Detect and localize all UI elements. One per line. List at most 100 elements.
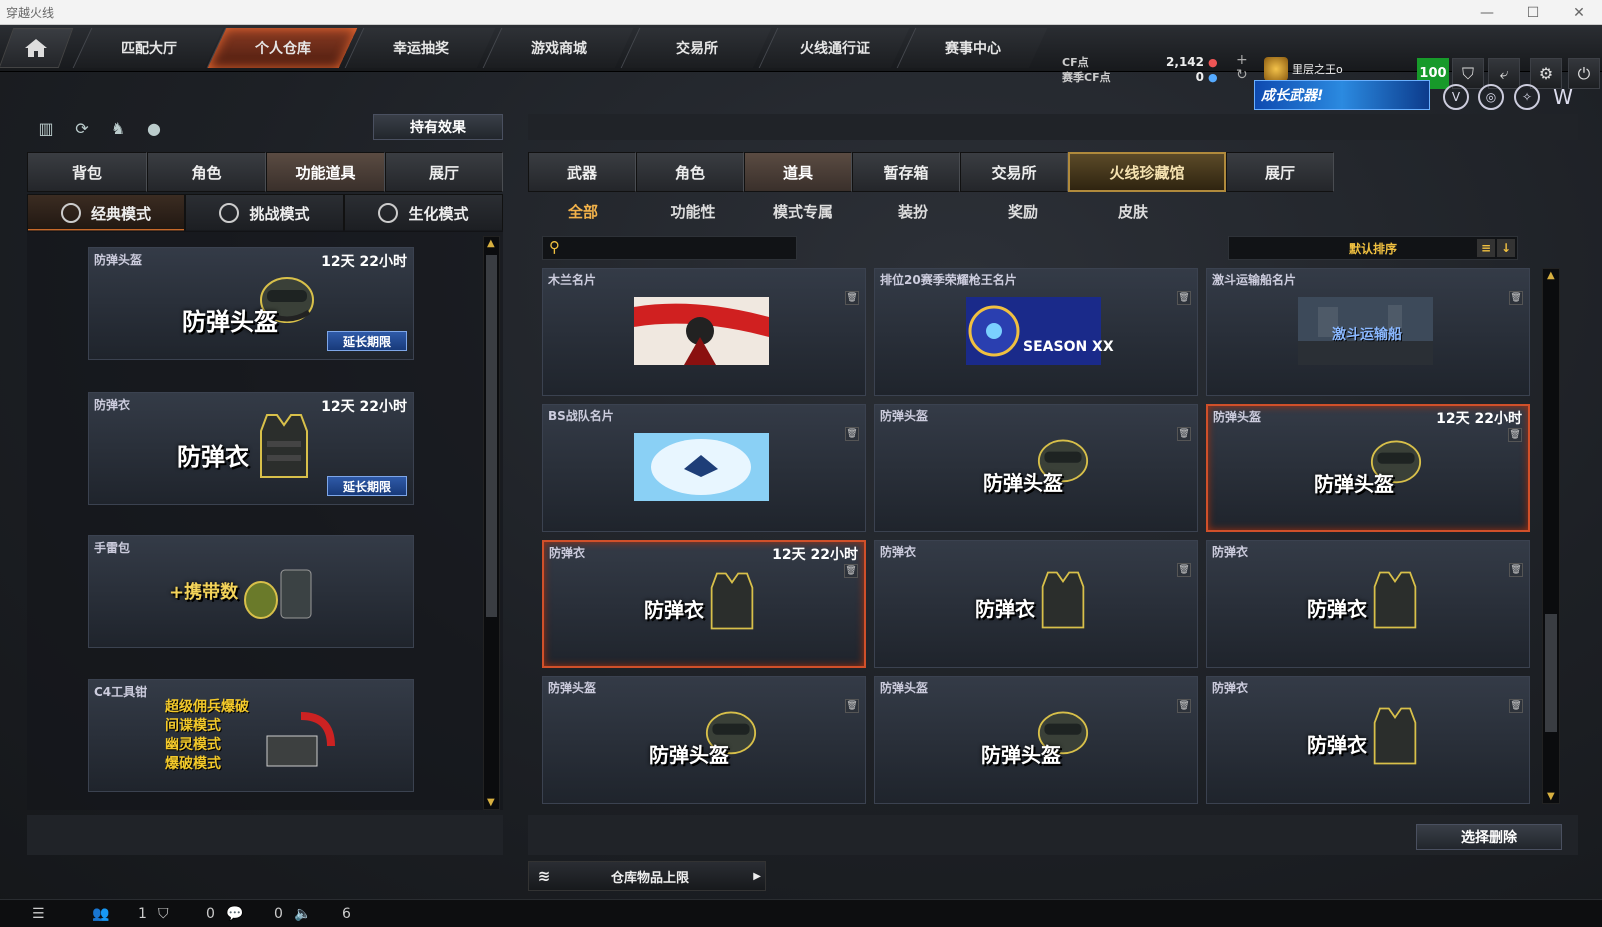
grid-item[interactable]: 防弹头盔 🗑 防弹头盔 (542, 676, 866, 804)
growth-weapon-banner[interactable]: 成长武器! (1254, 80, 1430, 110)
volume-icon[interactable]: 🔈 (294, 906, 342, 922)
right-scroll-thumb[interactable] (1545, 614, 1557, 732)
left-item-vest[interactable]: 防弹衣 12天 22小时 防弹衣 延长期限 (88, 392, 414, 505)
item-name: 手雷包 (94, 541, 131, 555)
trash-icon[interactable]: 🗑 (1509, 291, 1523, 305)
badge-v-icon[interactable]: V (1443, 84, 1469, 110)
grid-item[interactable]: 排位20赛季荣耀枪王名片 🗑 SEASON XX (874, 268, 1198, 396)
w-logo-icon[interactable]: W (1550, 84, 1576, 110)
season-cf-value: 0 (1195, 70, 1204, 84)
mode-zombie[interactable]: 生化模式 (344, 194, 503, 232)
menu-list-icon[interactable]: ☰ (32, 906, 92, 922)
nav-tab-events[interactable]: 赛事中心 (896, 28, 1048, 68)
clan-icon[interactable]: ⛉ (158, 906, 206, 922)
left-scroll-thumb[interactable] (486, 255, 497, 617)
bag-icon[interactable]: ● (142, 116, 166, 140)
trash-icon[interactable]: 🗑 (1177, 291, 1191, 305)
left-item-grenade-pack[interactable]: 手雷包 +携带数 (88, 535, 414, 648)
stats-icon[interactable]: ▥ (34, 116, 58, 140)
filter-skin[interactable]: 皮肤 (1078, 194, 1188, 228)
nav-tab-warehouse[interactable]: 个人仓库 (206, 28, 358, 68)
grid-item[interactable]: 防弹衣 12天 22小时 🗑 防弹衣 (542, 540, 866, 668)
filter-mode-exclusive[interactable]: 模式专属 (748, 194, 858, 228)
grid-item[interactable]: 防弹头盔 🗑 防弹头盔 (874, 404, 1198, 532)
item-art-text: 防弹头盔 (182, 308, 278, 336)
trash-icon[interactable]: 🗑 (844, 564, 858, 578)
tab-trade[interactable]: 交易所 (960, 152, 1068, 192)
grid-item[interactable]: BS战队名片 🗑 (542, 404, 866, 532)
player-rank[interactable]: 里层之王o (1264, 57, 1343, 81)
left-item-c4-pliers[interactable]: C4工具钳 超级佣兵爆破 间谍模式 幽灵模式 爆破模式 (88, 679, 414, 792)
trash-icon[interactable]: 🗑 (1177, 427, 1191, 441)
extend-button[interactable]: 延长期限 (327, 476, 407, 496)
right-scrollbar[interactable]: ▲ ▼ (1542, 268, 1560, 804)
refresh-icon[interactable]: ↻ (1236, 68, 1248, 83)
filter-all[interactable]: 全部 (528, 194, 638, 228)
minimize-icon[interactable]: — (1464, 0, 1510, 25)
storage-limit-bar[interactable]: ≋ 仓库物品上限 ▶ (528, 861, 766, 891)
character-icon[interactable]: ♞ (106, 116, 130, 140)
tab-temp-box[interactable]: 暂存箱 (852, 152, 960, 192)
hold-effect-button[interactable]: 持有效果 (373, 114, 503, 140)
trash-icon[interactable]: 🗑 (1177, 563, 1191, 577)
nav-tab-battlepass[interactable]: 火线通行证 (758, 28, 910, 68)
trash-icon[interactable]: 🗑 (1509, 699, 1523, 713)
clan-count: 0 (206, 905, 215, 922)
expand-arrow-icon[interactable]: ▶ (753, 871, 761, 882)
chat-icon[interactable]: 💬 (226, 906, 274, 922)
trash-icon[interactable]: 🗑 (1177, 699, 1191, 713)
close-icon[interactable]: ✕ (1556, 0, 1602, 25)
grid-item[interactable]: 防弹衣 🗑 防弹衣 (1206, 540, 1530, 668)
nav-tab-lucky-draw[interactable]: 幸运抽奖 (344, 28, 496, 68)
trash-icon[interactable]: 🗑 (1508, 428, 1522, 442)
select-delete-button[interactable]: 选择删除 (1416, 824, 1562, 850)
scroll-up-icon[interactable]: ▲ (1547, 270, 1555, 281)
nav-tab-match-hall[interactable]: 匹配大厅 (72, 28, 224, 68)
scroll-down-icon[interactable]: ▼ (487, 797, 495, 808)
left-item-helmet[interactable]: 防弹头盔 12天 22小时 防弹头盔 延长期限 (88, 247, 414, 360)
tab-props[interactable]: 道具 (744, 152, 852, 192)
trash-icon[interactable]: 🗑 (845, 291, 859, 305)
filter-functional[interactable]: 功能性 (638, 194, 748, 228)
mode-classic[interactable]: 经典模式 (27, 194, 185, 232)
nav-tab-shop[interactable]: 游戏商城 (482, 28, 634, 68)
tab-character[interactable]: 角色 (147, 152, 266, 192)
grid-item[interactable]: 防弹衣 🗑 防弹衣 (874, 540, 1198, 668)
home-button[interactable] (0, 28, 74, 68)
left-scrollbar[interactable]: ▲ ▼ (483, 236, 500, 810)
grid-item[interactable]: 防弹头盔 12天 22小时 🗑 防弹头盔 (1206, 404, 1530, 532)
grid-item[interactable]: 防弹头盔 🗑 防弹头盔 (874, 676, 1198, 804)
sort-order-icon[interactable]: ↓ (1497, 239, 1515, 257)
grid-item[interactable]: 防弹衣 🗑 防弹衣 (1206, 676, 1530, 804)
extend-button[interactable]: 延长期限 (327, 331, 407, 351)
filter-reward[interactable]: 奖励 (968, 194, 1078, 228)
add-cf-icon[interactable]: + (1236, 53, 1248, 68)
tab-weapons[interactable]: 武器 (528, 152, 636, 192)
list-view-icon[interactable]: ≡ (1477, 239, 1495, 257)
search-input[interactable]: ⚲ (542, 236, 797, 260)
tab-hall[interactable]: 展厅 (1226, 152, 1334, 192)
tab-roles[interactable]: 角色 (636, 152, 744, 192)
tab-functional-items[interactable]: 功能道具 (266, 152, 385, 192)
nav-tab-exchange[interactable]: 交易所 (620, 28, 772, 68)
emblem-icon[interactable]: ✧ (1514, 84, 1540, 110)
recycle-icon[interactable]: ⟳ (70, 116, 94, 140)
trash-icon[interactable]: 🗑 (845, 427, 859, 441)
scroll-down-icon[interactable]: ▼ (1547, 791, 1555, 802)
friends-icon[interactable]: 👥 (92, 906, 138, 922)
vest-icon (1373, 571, 1417, 629)
filter-cosmetic[interactable]: 装扮 (858, 194, 968, 228)
globe-icon[interactable]: ◎ (1478, 84, 1504, 110)
sort-dropdown[interactable]: 默认排序 ≡ ↓ (1228, 236, 1518, 260)
tab-backpack[interactable]: 背包 (27, 152, 147, 192)
scroll-up-icon[interactable]: ▲ (487, 238, 495, 249)
mode-challenge[interactable]: 挑战模式 (185, 194, 344, 232)
tab-collection[interactable]: 火线珍藏馆 (1068, 152, 1226, 192)
chat-count: 0 (274, 905, 283, 922)
grid-item[interactable]: 激斗运输船名片 🗑 激斗运输船 (1206, 268, 1530, 396)
grid-item[interactable]: 木兰名片 🗑 (542, 268, 866, 396)
maximize-icon[interactable]: ☐ (1510, 0, 1556, 25)
trash-icon[interactable]: 🗑 (1509, 563, 1523, 577)
tab-showroom[interactable]: 展厅 (385, 152, 503, 192)
trash-icon[interactable]: 🗑 (845, 699, 859, 713)
